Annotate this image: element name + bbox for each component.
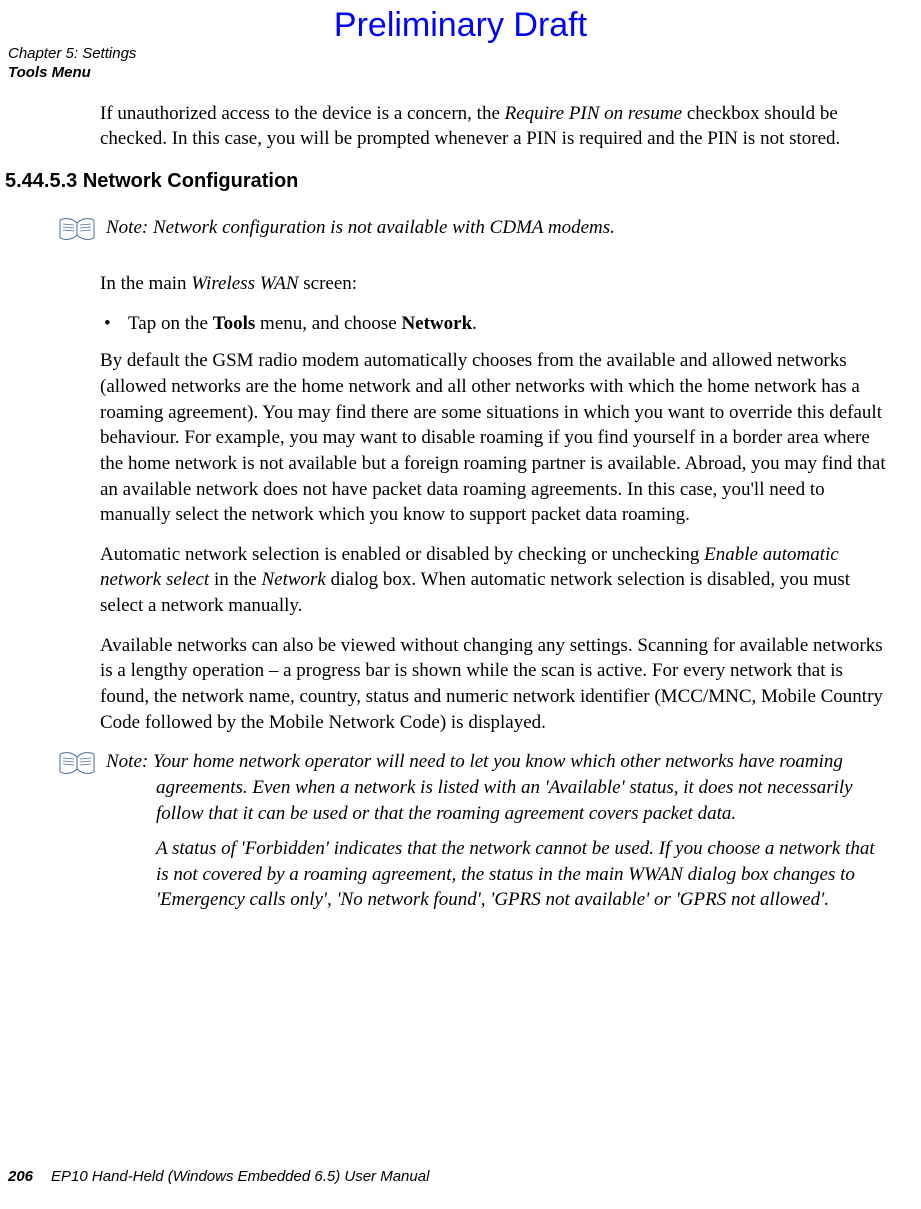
bullet-list: Tap on the Tools menu, and choose Networ… bbox=[100, 311, 891, 337]
text-bold: Tools bbox=[213, 313, 256, 334]
content-area: If unauthorized access to the device is … bbox=[0, 81, 921, 913]
intro-paragraph: If unauthorized access to the device is … bbox=[100, 101, 891, 152]
section-heading: 5.44.5.3 Network Configuration bbox=[5, 170, 891, 193]
page: Preliminary Draft Chapter 5: Settings To… bbox=[0, 0, 921, 1209]
section-title: Network Configuration bbox=[83, 170, 299, 192]
text-italic: Wireless WAN bbox=[191, 273, 298, 294]
chapter-line: Chapter 5: Settings bbox=[0, 45, 921, 64]
text: . bbox=[472, 313, 477, 334]
text: in the bbox=[209, 569, 261, 590]
chapter-subline: Tools Menu bbox=[0, 64, 921, 81]
text: Automatic network selection is enabled o… bbox=[100, 544, 704, 565]
text-italic: Network bbox=[261, 569, 325, 590]
paragraph: By default the GSM radio modem automatic… bbox=[100, 348, 891, 527]
text-italic: Require PIN on resume bbox=[505, 103, 682, 124]
text: screen: bbox=[299, 273, 358, 294]
text: Tap on the bbox=[128, 313, 213, 334]
paragraph: In the main Wireless WAN screen: bbox=[100, 271, 891, 297]
book-icon bbox=[58, 751, 96, 783]
note-para-2: A status of 'Forbidden' indicates that t… bbox=[106, 836, 891, 913]
draft-banner: Preliminary Draft bbox=[0, 0, 921, 45]
text-bold: Network bbox=[401, 313, 472, 334]
note-text: Note: Your home network operator will ne… bbox=[106, 749, 891, 913]
manual-title: EP10 Hand-Held (Windows Embedded 6.5) Us… bbox=[51, 1168, 429, 1185]
page-number: 206 bbox=[8, 1168, 33, 1185]
book-icon bbox=[58, 217, 96, 249]
paragraph: Available networks can also be viewed wi… bbox=[100, 633, 891, 736]
note-text: Note: Network configuration is not avail… bbox=[106, 215, 615, 241]
note-block-1: Note: Network configuration is not avail… bbox=[58, 215, 891, 249]
section-number: 5.44.5.3 bbox=[5, 170, 83, 192]
text: In the main bbox=[100, 273, 191, 294]
note-para-1: Note: Your home network operator will ne… bbox=[106, 749, 891, 826]
paragraph: Automatic network selection is enabled o… bbox=[100, 542, 891, 619]
page-footer: 206 EP10 Hand-Held (Windows Embedded 6.5)… bbox=[8, 1168, 429, 1185]
note-block-2: Note: Your home network operator will ne… bbox=[58, 749, 891, 913]
text: If unauthorized access to the device is … bbox=[100, 103, 505, 124]
list-item: Tap on the Tools menu, and choose Networ… bbox=[100, 311, 891, 337]
text: menu, and choose bbox=[255, 313, 401, 334]
